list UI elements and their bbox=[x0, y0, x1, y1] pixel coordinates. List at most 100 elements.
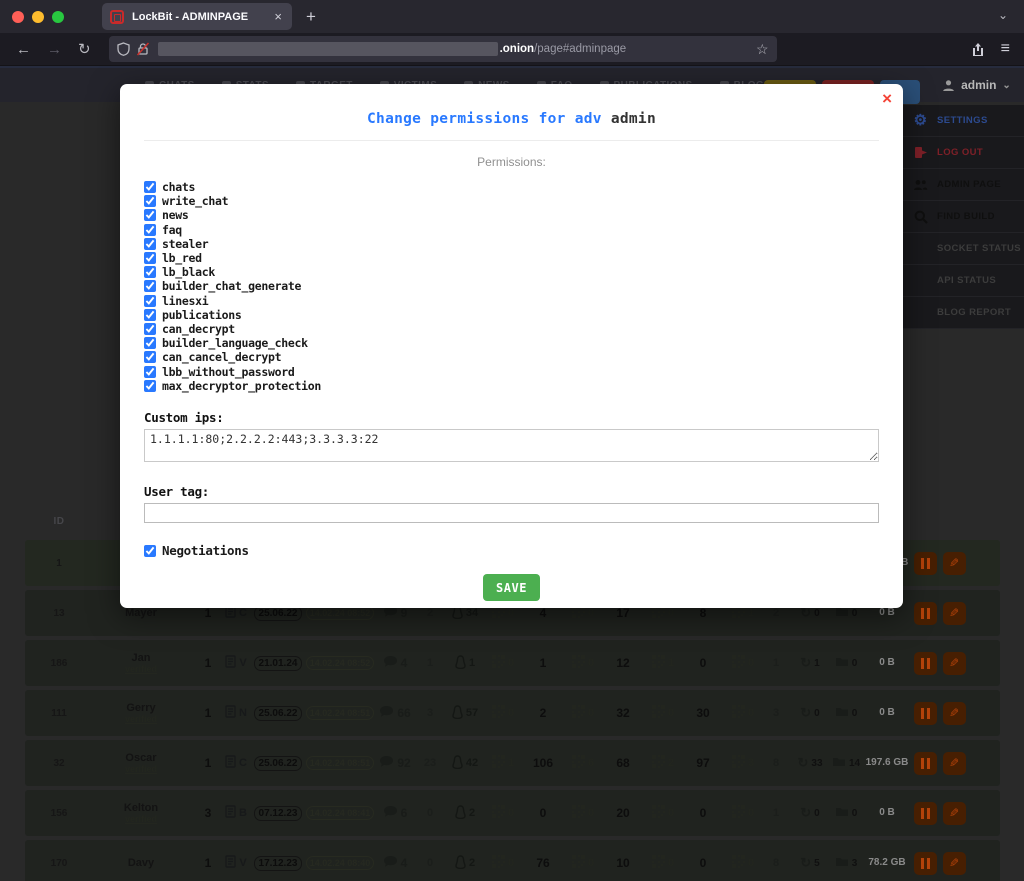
permission-checkbox-row[interactable]: builder_chat_generate bbox=[144, 279, 879, 293]
permission-label: write_chat bbox=[162, 194, 228, 208]
folder-count: 0 bbox=[852, 608, 858, 619]
permission-checkbox-row[interactable]: write_chat bbox=[144, 194, 879, 208]
permission-checkbox[interactable] bbox=[144, 195, 156, 207]
cell-date: 17.12.23 bbox=[251, 856, 305, 871]
app-menu-icon[interactable]: ≡ bbox=[1001, 40, 1010, 58]
permission-checkbox[interactable] bbox=[144, 351, 156, 363]
cell-id: 170 bbox=[31, 858, 87, 869]
pause-button[interactable] bbox=[914, 802, 937, 825]
shield-icon[interactable] bbox=[117, 42, 130, 56]
pause-icon bbox=[921, 708, 930, 719]
table-row: 32Oscarverified1C25.06.2214.02.24 08:519… bbox=[25, 740, 1000, 786]
permission-checkbox[interactable] bbox=[144, 366, 156, 378]
permission-checkbox[interactable] bbox=[144, 209, 156, 221]
edit-button[interactable]: ✎ bbox=[943, 802, 966, 825]
minimize-window-button[interactable] bbox=[32, 11, 44, 23]
permission-checkbox[interactable] bbox=[144, 181, 156, 193]
permission-checkbox-row[interactable]: publications bbox=[144, 308, 879, 322]
negotiations-checkbox[interactable] bbox=[144, 545, 156, 557]
permission-checkbox-row[interactable]: can_decrypt bbox=[144, 322, 879, 336]
edit-button[interactable]: ✎ bbox=[943, 852, 966, 875]
qr-icon bbox=[652, 805, 665, 821]
edit-button[interactable]: ✎ bbox=[943, 752, 966, 775]
pause-button[interactable] bbox=[914, 652, 937, 675]
permission-checkbox[interactable] bbox=[144, 266, 156, 278]
edit-button[interactable]: ✎ bbox=[943, 652, 966, 675]
pause-button[interactable] bbox=[914, 852, 937, 875]
permission-checkbox-row[interactable]: faq bbox=[144, 223, 879, 237]
cell-actions: ✎ bbox=[911, 652, 969, 675]
permission-checkbox-row[interactable]: can_cancel_decrypt bbox=[144, 350, 879, 364]
permission-checkbox[interactable] bbox=[144, 323, 156, 335]
cell-n4: 17 bbox=[601, 606, 645, 620]
pause-button[interactable] bbox=[914, 702, 937, 725]
permission-checkbox-row[interactable]: builder_language_check bbox=[144, 336, 879, 350]
cell-builds: 1 bbox=[195, 656, 221, 670]
permission-checkbox-row[interactable]: lb_black bbox=[144, 265, 879, 279]
permission-checkbox[interactable] bbox=[144, 280, 156, 292]
tab-close-icon[interactable]: × bbox=[272, 9, 284, 24]
qr-icon bbox=[492, 855, 505, 871]
linux-count: 2 bbox=[469, 857, 475, 869]
chat-count: 4 bbox=[401, 856, 408, 870]
permission-checkbox-row[interactable]: lbb_without_password bbox=[144, 364, 879, 378]
cell-refresh: ↻1 bbox=[791, 655, 829, 671]
negotiations-checkbox-row[interactable]: Negotiations bbox=[144, 544, 879, 558]
back-button[interactable]: ← bbox=[16, 41, 31, 58]
chevron-down-icon: ⌄ bbox=[1002, 80, 1010, 91]
permission-checkbox-row[interactable]: lb_red bbox=[144, 251, 879, 265]
close-window-button[interactable] bbox=[12, 11, 24, 23]
insecure-lock-icon[interactable] bbox=[136, 42, 150, 56]
lockbit-favicon bbox=[110, 10, 124, 24]
new-tab-button[interactable]: + bbox=[306, 7, 316, 27]
qr-icon bbox=[652, 755, 665, 771]
bookmark-star-icon[interactable]: ☆ bbox=[756, 41, 769, 58]
pause-button[interactable] bbox=[914, 552, 937, 575]
menu-item-socket-status[interactable]: SOCKET STATUS bbox=[901, 233, 1024, 265]
menu-item-log-out[interactable]: LOG OUT bbox=[901, 137, 1024, 169]
menu-item-find-build[interactable]: FIND BUILD bbox=[901, 201, 1024, 233]
cell-n4: 68 bbox=[601, 756, 645, 770]
modal-close-icon[interactable]: × bbox=[882, 89, 892, 109]
folder-count: 3 bbox=[852, 858, 858, 869]
permission-checkbox[interactable] bbox=[144, 238, 156, 250]
cell-user: Janverified bbox=[87, 652, 195, 674]
cell-n4: 32 bbox=[601, 706, 645, 720]
save-button[interactable]: SAVE bbox=[483, 574, 540, 601]
permission-checkbox[interactable] bbox=[144, 309, 156, 321]
permission-checkbox[interactable] bbox=[144, 380, 156, 392]
permission-checkbox-row[interactable]: stealer bbox=[144, 237, 879, 251]
reload-button[interactable]: ↻ bbox=[78, 40, 91, 58]
forward-button[interactable]: → bbox=[47, 41, 62, 58]
zoom-window-button[interactable] bbox=[52, 11, 64, 23]
permission-checkbox[interactable] bbox=[144, 252, 156, 264]
menu-item-api-status[interactable]: API STATUS bbox=[901, 265, 1024, 297]
edit-button[interactable]: ✎ bbox=[943, 702, 966, 725]
share-icon[interactable] bbox=[971, 42, 985, 57]
pause-button[interactable] bbox=[914, 752, 937, 775]
user-menu-trigger[interactable]: admin ⌄ bbox=[942, 78, 1011, 92]
menu-item-settings[interactable]: ⚙SETTINGS bbox=[901, 105, 1024, 137]
datetime-badge: 14.02.24 08:51 bbox=[306, 756, 375, 770]
permission-checkbox-row[interactable]: linesxi bbox=[144, 294, 879, 308]
menu-item-blog-report[interactable]: BLOG REPORT bbox=[901, 297, 1024, 329]
tab-list-chevron-icon[interactable]: ⌄ bbox=[998, 8, 1008, 22]
custom-ips-textarea[interactable] bbox=[144, 429, 879, 462]
edit-button[interactable]: ✎ bbox=[943, 602, 966, 625]
qr-count: 0 bbox=[748, 857, 754, 869]
pause-button[interactable] bbox=[914, 602, 937, 625]
edit-button[interactable]: ✎ bbox=[943, 552, 966, 575]
permission-checkbox-row[interactable]: chats bbox=[144, 180, 879, 194]
menu-item-admin-page[interactable]: ADMIN PAGE bbox=[901, 169, 1024, 201]
url-bar[interactable]: .onion/page#adminpage ☆ bbox=[109, 36, 777, 62]
user-tag-input[interactable] bbox=[144, 503, 879, 523]
permission-checkbox-row[interactable]: news bbox=[144, 208, 879, 222]
permission-checkbox[interactable] bbox=[144, 295, 156, 307]
qr-icon bbox=[492, 755, 505, 771]
permission-checkbox[interactable] bbox=[144, 224, 156, 236]
permission-checkbox[interactable] bbox=[144, 337, 156, 349]
table-row: 186Janverified1V21.01.2414.02.24 08:5241… bbox=[25, 640, 1000, 686]
menu-item-label: BLOG REPORT bbox=[937, 307, 1011, 318]
permission-checkbox-row[interactable]: max_decryptor_protection bbox=[144, 379, 879, 393]
browser-tab[interactable]: LockBit - ADMINPAGE × bbox=[102, 3, 292, 30]
